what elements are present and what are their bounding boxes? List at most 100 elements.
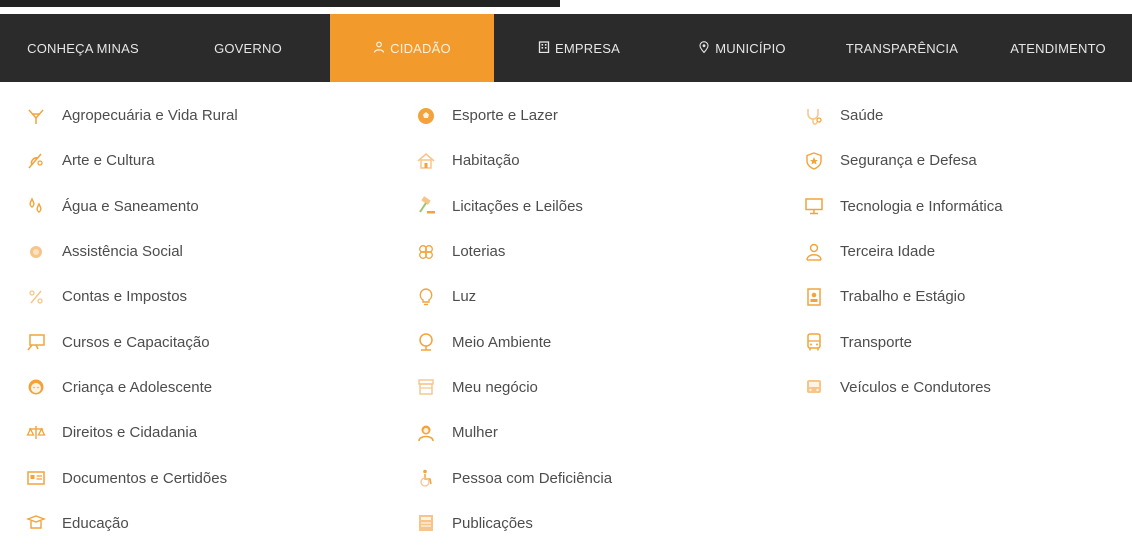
store-icon [416,377,436,397]
menu-item-tecnologia-informatica[interactable]: Tecnologia e Informática [804,184,1003,229]
main-nav: CONHEÇA MINAS GOVERNO CIDADÃO EMPRESA MU… [0,14,1132,82]
nav-label: TRANSPARÊNCIA [845,40,959,56]
water-drops-icon [26,196,46,216]
nav-label: EMPRESA [555,40,620,56]
menu-item-label: Habitação [452,152,520,170]
tree-icon [416,332,436,352]
menu-item-seguranca-defesa[interactable]: Segurança e Defesa [804,138,1003,183]
menu-item-label: Luz [452,288,477,306]
nav-cidadao[interactable]: CIDADÃO [330,14,494,82]
menu-item-label: Meio Ambiente [452,333,552,351]
menu-item-label: Tecnologia e Informática [840,197,1003,215]
menu-item-documentos-certidoes[interactable]: Documentos e Certidões [26,455,238,500]
menu-item-label: Licitações e Leilões [452,197,583,215]
menu-item-label: Esporte e Lazer [452,107,558,125]
nav-label: CONHEÇA MINAS [27,40,139,56]
menu-item-meio-ambiente[interactable]: Meio Ambiente [416,319,612,364]
menu-item-agua-saneamento[interactable]: Água e Saneamento [26,184,238,229]
menu-item-crianca-adolescente[interactable]: Criança e Adolescente [26,365,238,410]
tractor-icon [26,106,46,126]
nav-transparencia[interactable]: TRANSPARÊNCIA [820,14,984,82]
building-icon [538,40,550,56]
menu-item-trabalho-estagio[interactable]: Trabalho e Estágio [804,274,1003,319]
menu-item-mulher[interactable]: Mulher [416,410,612,455]
nav-governo[interactable]: GOVERNO [166,14,330,82]
menu-item-terceira-idade[interactable]: Terceira Idade [804,229,1003,274]
stethoscope-icon [804,106,824,126]
menu-item-luz[interactable]: Luz [416,274,612,319]
menu-item-label: Educação [62,514,129,532]
pin-icon [698,40,710,56]
menu-item-label: Publicações [452,514,533,532]
menu-item-contas-impostos[interactable]: Contas e Impostos [26,274,238,319]
menu-item-licitacoes-leiloes[interactable]: Licitações e Leilões [416,184,612,229]
menu-item-saude[interactable]: Saúde [804,93,1003,138]
menu-item-label: Mulher [452,424,498,442]
menu-item-label: Assistência Social [62,243,183,261]
house-icon [416,151,436,171]
menu-item-label: Criança e Adolescente [62,378,213,396]
nav-label: MUNICÍPIO [715,40,786,56]
nav-empresa[interactable]: EMPRESA [494,14,664,82]
menu-item-habitacao[interactable]: Habitação [416,138,612,183]
menu-item-label: Saúde [840,107,884,125]
presentation-board-icon [26,332,46,352]
gavel-icon [416,196,436,216]
nav-label: ATENDIMENTO [1010,40,1106,56]
graduation-cap-icon [26,513,46,533]
menu-item-arte-cultura[interactable]: Arte e Cultura [26,138,238,183]
bus-icon [804,332,824,352]
accessibility-icon [416,468,436,488]
menu-column-1: Agropecuária e Vida Rural Arte e Cultura… [26,93,238,546]
menu-item-agropecuaria[interactable]: Agropecuária e Vida Rural [26,93,238,138]
top-strip-bar [0,0,560,7]
monitor-icon [804,196,824,216]
top-strip [0,0,1132,14]
clover-icon [416,242,436,262]
menu-item-label: Contas e Impostos [62,288,188,306]
nav-atendimento[interactable]: ATENDIMENTO [984,14,1132,82]
menu-item-label: Pessoa com Deficiência [452,469,613,487]
menu-item-label: Agropecuária e Vida Rural [62,107,238,125]
menu-item-label: Loterias [452,243,506,261]
menu-item-pessoa-deficiencia[interactable]: Pessoa com Deficiência [416,455,612,500]
car-icon [804,377,824,397]
nav-municipio[interactable]: MUNICÍPIO [664,14,820,82]
shield-badge-icon [804,151,824,171]
menu-item-meu-negocio[interactable]: Meu negócio [416,365,612,410]
person-icon [373,41,385,56]
menu-item-educacao[interactable]: Educação [26,501,238,546]
menu-item-label: Veículos e Condutores [840,378,991,396]
child-face-icon [26,377,46,397]
woman-icon [416,423,436,443]
lightbulb-icon [416,287,436,307]
menu-item-label: Meu negócio [452,378,538,396]
menu-item-direitos-cidadania[interactable]: Direitos e Cidadania [26,410,238,455]
menu-item-transporte[interactable]: Transporte [804,319,1003,364]
hands-icon [26,242,46,262]
menu-item-label: Arte e Cultura [62,152,155,170]
menu-item-cursos-capacitacao[interactable]: Cursos e Capacitação [26,319,238,364]
menu-item-loterias[interactable]: Loterias [416,229,612,274]
soccer-ball-icon [416,106,436,126]
scales-icon [26,423,46,443]
menu-item-label: Trabalho e Estágio [840,288,966,306]
menu-item-label: Cursos e Capacitação [62,333,210,351]
menu-item-publicacoes[interactable]: Publicações [416,501,612,546]
id-card-icon [26,468,46,488]
menu-item-veiculos-condutores[interactable]: Veículos e Condutores [804,365,1003,410]
nav-conheca-minas[interactable]: CONHEÇA MINAS [0,14,166,82]
elderly-icon [804,242,824,262]
menu-item-assistencia-social[interactable]: Assistência Social [26,229,238,274]
newspaper-icon [416,513,436,533]
palette-icon [26,151,46,171]
nav-label: CIDADÃO [390,40,451,56]
percent-icon [26,287,46,307]
menu-item-esporte-lazer[interactable]: Esporte e Lazer [416,93,612,138]
menu-item-label: Transporte [840,333,912,351]
work-badge-icon [804,287,824,307]
menu-item-label: Documentos e Certidões [62,469,228,487]
nav-label: GOVERNO [214,40,282,56]
menu-item-label: Água e Saneamento [62,197,199,215]
menu-column-3: Saúde Segurança e Defesa Tecnologia e In… [804,93,1003,410]
